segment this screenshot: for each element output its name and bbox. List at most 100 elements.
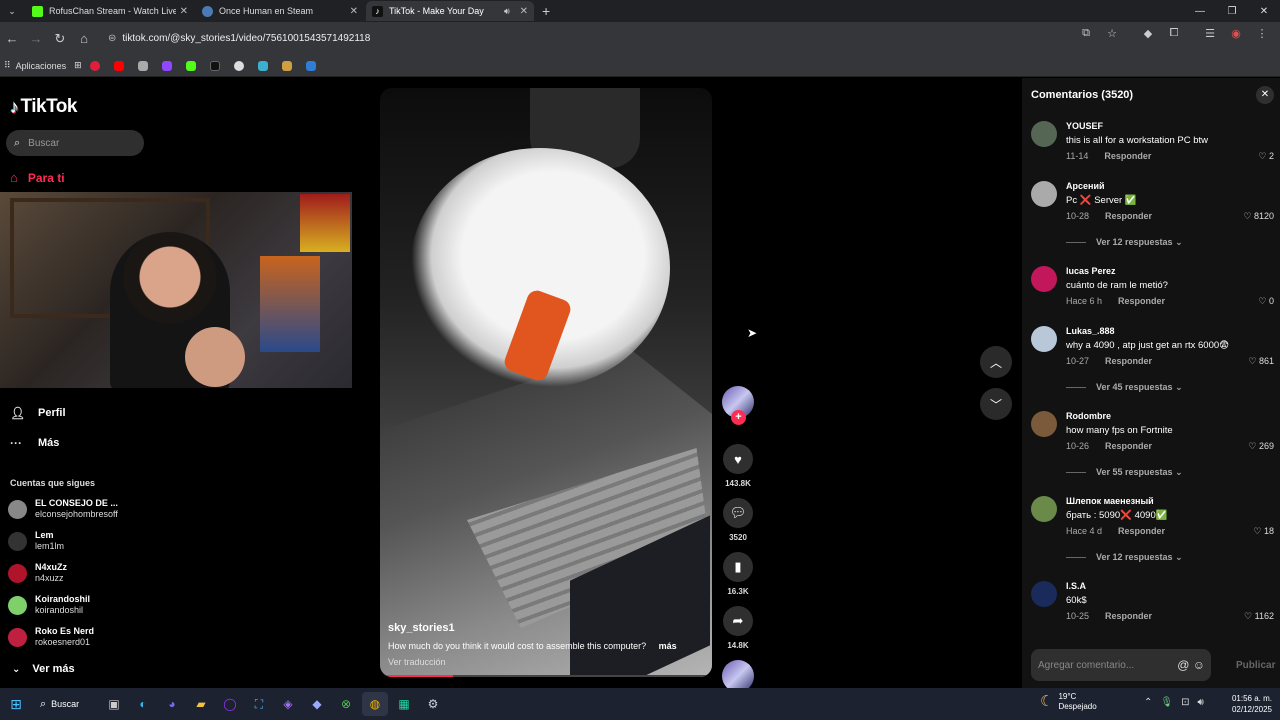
following-account[interactable]: Koirandoshil koirandoshil bbox=[8, 594, 90, 616]
taskbar-search[interactable]: ⌕ Buscar bbox=[40, 692, 98, 716]
mic-icon[interactable]: 🎙︎ bbox=[1160, 697, 1173, 708]
store-icon[interactable]: ⛶ bbox=[246, 692, 272, 716]
previous-video-button[interactable]: ︿ bbox=[980, 346, 1012, 378]
video-progress-bar[interactable] bbox=[380, 675, 712, 677]
sidebar-item-profile[interactable]: 👤︎ Perfil bbox=[10, 406, 66, 420]
steam-icon[interactable]: ⚙ bbox=[420, 692, 446, 716]
view-replies-button[interactable]: Ver 12 respuestas ⌄ bbox=[1066, 237, 1183, 248]
translate-link[interactable]: Ver traducción bbox=[388, 657, 708, 667]
extensions-puzzle-icon[interactable]: ⧠ bbox=[1164, 27, 1184, 40]
like-action[interactable]: ♥ 143.8K bbox=[722, 444, 754, 488]
tab-search-icon[interactable]: ⌄ bbox=[0, 6, 24, 17]
bookmark-icon[interactable]: ▮ bbox=[723, 552, 753, 582]
post-comment-button[interactable]: Publicar bbox=[1236, 660, 1275, 671]
back-icon[interactable]: ← bbox=[0, 31, 24, 46]
menu-kebab-icon[interactable]: ⋮ bbox=[1252, 27, 1272, 40]
comment-user[interactable]: Rodombre bbox=[1066, 411, 1111, 421]
following-account[interactable]: Roko Es Nerd rokoesnerd01 bbox=[8, 626, 94, 648]
network-icon[interactable]: ⊡ bbox=[1181, 697, 1189, 708]
tiktok-logo[interactable]: ♪ TikTok bbox=[10, 96, 77, 118]
app-purple-icon[interactable]: ◯ bbox=[217, 692, 243, 716]
view-replies-button[interactable]: Ver 55 respuestas ⌄ bbox=[1066, 467, 1183, 478]
bookmark-5[interactable] bbox=[185, 60, 202, 71]
discord-icon[interactable]: ◕ bbox=[159, 692, 185, 716]
comment-user[interactable]: Арсений bbox=[1066, 181, 1105, 191]
view-replies-button[interactable]: Ver 12 respuestas ⌄ bbox=[1066, 552, 1183, 563]
share-arrow-icon[interactable]: ➦ bbox=[723, 606, 753, 636]
reply-button[interactable]: Responder bbox=[1105, 211, 1152, 221]
close-tab-icon[interactable]: ✕ bbox=[180, 6, 188, 17]
xbox-icon[interactable]: ⊗ bbox=[333, 692, 359, 716]
avatar[interactable] bbox=[1031, 496, 1057, 522]
following-account[interactable]: N4xuZz n4xuzz bbox=[8, 562, 67, 584]
chevron-up-icon[interactable]: ⌃ bbox=[1144, 697, 1152, 708]
comment-like[interactable]: ♡ 1162 bbox=[1244, 611, 1274, 622]
close-comments-icon[interactable]: ✕ bbox=[1256, 86, 1274, 104]
tab-rofuschan[interactable]: RofusChan Stream - Watch Live ✕ bbox=[26, 1, 194, 21]
bookmark-star-icon[interactable]: ☆ bbox=[1102, 27, 1122, 40]
bookmark-6[interactable] bbox=[209, 60, 226, 71]
forward-icon[interactable]: → bbox=[24, 31, 48, 46]
avatar[interactable] bbox=[1031, 121, 1057, 147]
following-account[interactable]: Lem lem1lm bbox=[8, 530, 64, 552]
url-field[interactable]: ⊜ tiktok.com/@sky_stories1/video/7561001… bbox=[98, 26, 1098, 50]
bookmark-9[interactable] bbox=[281, 60, 298, 71]
comment-input[interactable]: Agregar comentario... @ ☺ bbox=[1031, 649, 1211, 681]
comment-like[interactable]: ♡ 8120 bbox=[1243, 211, 1274, 222]
share-action[interactable]: ➦ 14.8K bbox=[722, 606, 754, 650]
app-violet-icon[interactable]: ◈ bbox=[275, 692, 301, 716]
task-view-icon[interactable]: ▣ bbox=[101, 692, 127, 716]
comment-user[interactable]: Шлепок маенезный bbox=[1066, 496, 1154, 506]
reply-button[interactable]: Responder bbox=[1105, 356, 1152, 366]
comment-like[interactable]: ♡ 269 bbox=[1248, 441, 1274, 452]
reply-button[interactable]: Responder bbox=[1118, 296, 1165, 306]
avatar[interactable] bbox=[1031, 581, 1057, 607]
bookmark-grid[interactable]: ⊞ bbox=[74, 60, 82, 71]
avatar[interactable] bbox=[1031, 326, 1057, 352]
profile-avatar-icon[interactable]: ◉ bbox=[1226, 27, 1246, 40]
comment-user[interactable]: YOUSEF bbox=[1066, 121, 1103, 131]
view-replies-button[interactable]: Ver 45 respuestas ⌄ bbox=[1066, 382, 1183, 393]
clock[interactable]: 01:56 a. m. 02/12/2025 bbox=[1224, 693, 1272, 715]
comment-user[interactable]: lucas Perez bbox=[1066, 266, 1116, 276]
site-info-icon[interactable]: ⊜ bbox=[108, 33, 116, 44]
comment-user[interactable]: Lukas_.888 bbox=[1066, 326, 1115, 336]
creator-avatar[interactable]: + bbox=[722, 386, 754, 425]
home-icon[interactable]: ⌂ bbox=[72, 31, 96, 46]
minimize-icon[interactable]: — bbox=[1184, 6, 1216, 17]
reply-button[interactable]: Responder bbox=[1104, 151, 1151, 161]
sidebar-item-for-you[interactable]: ⌂ Para ti bbox=[10, 170, 65, 185]
sidebar-item-more[interactable]: ··· Más bbox=[10, 436, 59, 450]
video-username[interactable]: sky_stories1 bbox=[388, 622, 708, 634]
bookmark-10[interactable] bbox=[305, 60, 322, 71]
bookmark-3[interactable] bbox=[137, 60, 154, 71]
avatar[interactable] bbox=[1031, 266, 1057, 292]
see-more-button[interactable]: ⌄ Ver más bbox=[12, 663, 75, 675]
close-tab-icon[interactable]: ✕ bbox=[350, 6, 358, 17]
reply-button[interactable]: Responder bbox=[1105, 441, 1152, 451]
comment-user[interactable]: I.S.A bbox=[1066, 581, 1086, 591]
avatar[interactable] bbox=[1031, 181, 1057, 207]
extension-icon[interactable]: ◆ bbox=[1138, 27, 1158, 40]
chrome-icon[interactable]: ◍ bbox=[362, 692, 388, 716]
comment-like[interactable]: ♡ 0 bbox=[1258, 296, 1274, 307]
app-green-icon[interactable]: ▦ bbox=[391, 692, 417, 716]
bookmark-7[interactable] bbox=[233, 60, 250, 71]
bookmark-apps[interactable]: ⠿ Aplicaciones bbox=[4, 60, 66, 71]
tab-tiktok[interactable]: ♪ TikTok - Make Your Day 🔊︎ ✕ bbox=[366, 1, 534, 21]
video-player[interactable]: sky_stories1 How much do you think it wo… bbox=[380, 88, 712, 677]
comment-like[interactable]: ♡ 861 bbox=[1248, 356, 1274, 367]
comment-icon[interactable]: 💬︎ bbox=[723, 498, 753, 528]
search-input[interactable]: ⌕ Buscar bbox=[6, 130, 144, 156]
reload-icon[interactable]: ↻ bbox=[48, 31, 72, 47]
heart-icon[interactable]: ♥ bbox=[723, 444, 753, 474]
mention-emoji-icons[interactable]: @ ☺ bbox=[1177, 658, 1205, 672]
edge-icon[interactable]: ◐ bbox=[130, 692, 156, 716]
close-tab-icon[interactable]: ✕ bbox=[520, 6, 528, 17]
new-tab-button[interactable]: + bbox=[542, 3, 550, 19]
reply-button[interactable]: Responder bbox=[1118, 526, 1165, 536]
comment-like[interactable]: ♡ 2 bbox=[1258, 151, 1274, 162]
comment-action[interactable]: 💬︎ 3520 bbox=[722, 498, 754, 542]
windows-start-icon[interactable]: ⊞ bbox=[0, 696, 32, 713]
weather-widget[interactable]: ☾ 19°C Despejado bbox=[1040, 692, 1097, 712]
